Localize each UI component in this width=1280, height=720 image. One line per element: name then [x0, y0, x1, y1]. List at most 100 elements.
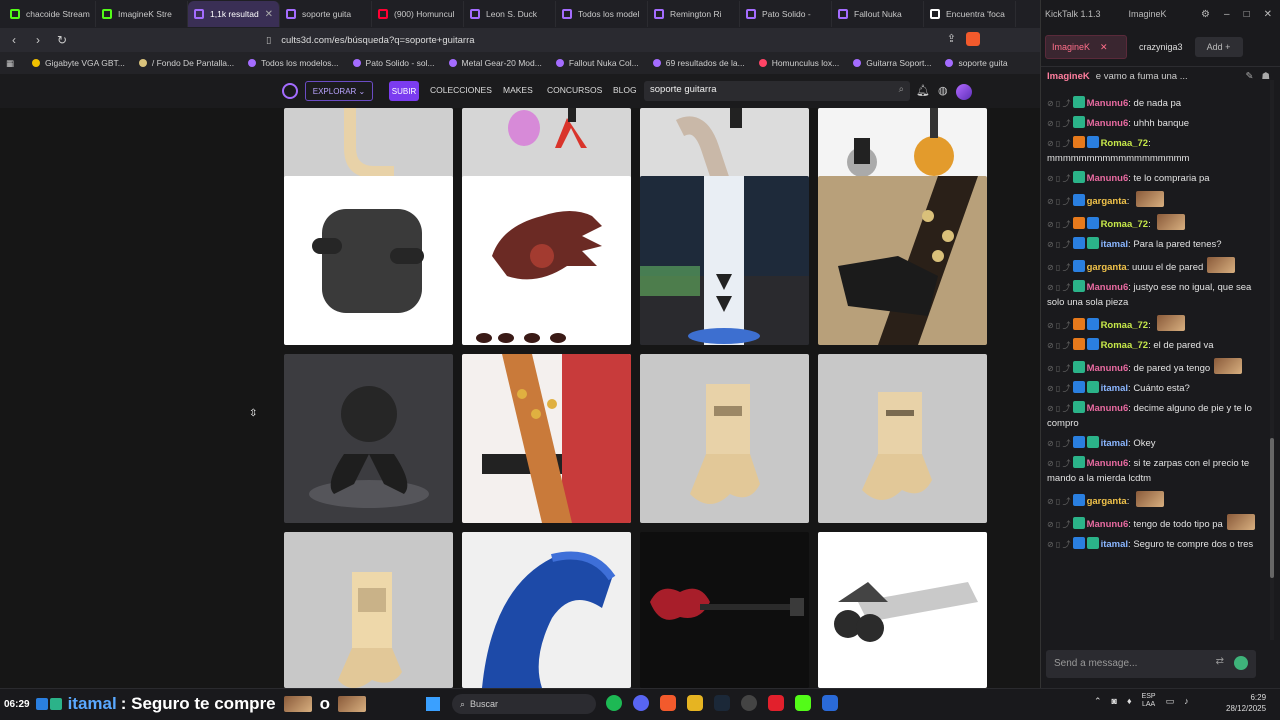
result-thumb[interactable]	[284, 354, 453, 523]
result-thumb[interactable]	[462, 354, 631, 523]
windows-start-icon[interactable]	[426, 697, 440, 711]
mod-actions-icon[interactable]: ⊘ ▯ ⤴	[1047, 404, 1071, 413]
bookmark-item[interactable]: Gigabyte VGA GBT...	[32, 58, 125, 68]
pin-icon[interactable]: ✎	[1246, 71, 1254, 82]
brave-icon[interactable]	[660, 695, 676, 711]
back-icon[interactable]: ‹	[4, 33, 24, 47]
add-chat-button[interactable]: Add +	[1194, 37, 1243, 57]
maximize-icon[interactable]: □	[1244, 9, 1250, 20]
tray-expand-icon[interactable]: ⌃	[1094, 696, 1102, 707]
mod-actions-icon[interactable]: ⊘ ▯ ⤴	[1047, 119, 1071, 128]
result-thumb[interactable]	[284, 176, 453, 345]
volume-icon[interactable]: ♪	[1184, 696, 1189, 706]
chat-username[interactable]: Manunu6	[1087, 403, 1129, 414]
bookmark-item[interactable]: Homunculus lox...	[758, 58, 839, 68]
result-thumb[interactable]	[640, 532, 809, 688]
bookmark-icon[interactable]: ▯	[266, 35, 271, 46]
bookmark-item[interactable]: / Fondo De Pantalla...	[138, 58, 234, 68]
brave-shield-icon[interactable]	[966, 32, 980, 46]
browser-tab[interactable]: soporte guita	[280, 1, 372, 27]
blue-app-icon[interactable]	[822, 695, 838, 711]
browser-tab[interactable]: 1,1k resultad ✕	[188, 1, 280, 27]
chat-username[interactable]: Romaa_72	[1101, 138, 1149, 149]
user-avatar[interactable]	[955, 84, 972, 100]
taskbar-clock[interactable]: 6:29 28/12/2025	[1226, 692, 1266, 714]
chat-username[interactable]: Manunu6	[1087, 118, 1129, 129]
chat-tab-imaginek[interactable]: ImagineK ✕	[1045, 35, 1127, 59]
forward-icon[interactable]: ›	[28, 33, 48, 47]
chat-username[interactable]: Romaa_72	[1101, 219, 1149, 230]
mod-actions-icon[interactable]: ⊘ ▯ ⤴	[1047, 439, 1071, 448]
result-thumb[interactable]	[818, 532, 987, 688]
chat-username[interactable]: garganta	[1087, 496, 1127, 507]
mod-actions-icon[interactable]: ⊘ ▯ ⤴	[1047, 139, 1071, 148]
translate-icon[interactable]: ⇄	[1216, 656, 1224, 670]
mod-actions-icon[interactable]: ⊘ ▯ ⤴	[1047, 364, 1071, 373]
browser-tab[interactable]: Pato Solido -	[740, 1, 832, 27]
chat-username[interactable]: itamal	[1101, 383, 1128, 394]
mod-actions-icon[interactable]: ⊘ ▯ ⤴	[1047, 540, 1071, 549]
mod-actions-icon[interactable]: ⊘ ▯ ⤴	[1047, 283, 1071, 292]
mod-actions-icon[interactable]: ⊘ ▯ ⤴	[1047, 459, 1071, 468]
mod-actions-icon[interactable]: ⊘ ▯ ⤴	[1047, 263, 1071, 272]
bookmark-item[interactable]: Todos los modelos...	[248, 58, 339, 68]
github-icon[interactable]	[741, 695, 757, 711]
search-icon[interactable]: ⌕	[899, 84, 904, 95]
close-tab-icon[interactable]: ✕	[265, 9, 273, 20]
close-tab-icon[interactable]: ✕	[1100, 42, 1108, 53]
network-icon[interactable]: ▭	[1166, 696, 1175, 707]
chat-username[interactable]: garganta	[1087, 196, 1127, 207]
url-field[interactable]: ▯ cults3d.com/es/búsqueda?q=soporte+guit…	[266, 31, 986, 49]
chat-username[interactable]: Romaa_72	[1101, 340, 1149, 351]
mod-actions-icon[interactable]: ⊘ ▯ ⤴	[1047, 520, 1071, 529]
result-thumb[interactable]	[284, 532, 453, 688]
chat-username[interactable]: itamal	[1101, 438, 1128, 449]
result-thumb[interactable]	[818, 354, 987, 523]
browser-tab[interactable]: Todos los model	[556, 1, 648, 27]
mod-actions-icon[interactable]: ⊘ ▯ ⤴	[1047, 220, 1071, 229]
browser-tab[interactable]: Encuentra 'foca	[924, 1, 1016, 27]
discord-icon[interactable]	[633, 695, 649, 711]
site-search-input[interactable]: soporte guitarra ⌕	[644, 81, 910, 101]
globe-icon[interactable]: ◍	[938, 84, 948, 100]
share-icon[interactable]: ⇪	[947, 32, 956, 46]
taskbar-search[interactable]: ⌕ Buscar	[452, 694, 596, 714]
chat-message-input[interactable]: Send a message... ⇄	[1046, 650, 1256, 678]
spotify-icon[interactable]	[606, 695, 622, 711]
nav-colecciones[interactable]: COLECCIONES	[430, 85, 492, 95]
cults-logo-icon[interactable]	[282, 83, 298, 99]
chat-username[interactable]: itamal	[1101, 539, 1128, 550]
bookmark-item[interactable]: soporte guita	[945, 58, 1008, 68]
user-icon[interactable]: ☗	[1261, 71, 1270, 82]
kick-icon[interactable]	[795, 695, 811, 711]
result-thumb[interactable]	[462, 176, 631, 345]
subir-button[interactable]: SUBIR	[389, 81, 419, 101]
chat-username[interactable]: Manunu6	[1087, 458, 1129, 469]
mod-actions-icon[interactable]: ⊘ ▯ ⤴	[1047, 99, 1071, 108]
bookmark-item[interactable]: 69 resultados de la...	[652, 58, 745, 68]
chat-username[interactable]: Manunu6	[1087, 363, 1129, 374]
result-thumb[interactable]	[818, 176, 987, 345]
browser-tab[interactable]: Fallout Nuka	[832, 1, 924, 27]
browser-tab[interactable]: Leon S. Duck	[464, 1, 556, 27]
apps-grid-icon[interactable]: ▦	[6, 58, 20, 69]
emote-picker-icon[interactable]	[1234, 656, 1248, 670]
chat-username[interactable]: Manunu6	[1087, 519, 1129, 530]
chat-scroll-thumb[interactable]	[1270, 438, 1274, 578]
folder-icon[interactable]	[687, 695, 703, 711]
browser-tab[interactable]: Remington Ri	[648, 1, 740, 27]
microphone-icon[interactable]: ♦	[1127, 696, 1132, 706]
language-indicator[interactable]: ESP LAA	[1142, 693, 1156, 709]
chat-username[interactable]: Manunu6	[1087, 282, 1129, 293]
result-thumb[interactable]	[640, 176, 809, 345]
bookmark-item[interactable]: Pato Solido - sol...	[352, 58, 435, 68]
red-app-icon[interactable]	[768, 695, 784, 711]
mod-actions-icon[interactable]: ⊘ ▯ ⤴	[1047, 384, 1071, 393]
chat-username[interactable]: garganta	[1087, 262, 1127, 273]
chat-tab-crazyniga3[interactable]: crazyniga3	[1133, 35, 1189, 59]
mod-actions-icon[interactable]: ⊘ ▯ ⤴	[1047, 197, 1071, 206]
chat-username[interactable]: Manunu6	[1087, 98, 1129, 109]
chat-username[interactable]: Manunu6	[1087, 173, 1129, 184]
nav-makes[interactable]: MAKES	[503, 85, 533, 95]
reload-icon[interactable]: ↻	[52, 33, 72, 47]
